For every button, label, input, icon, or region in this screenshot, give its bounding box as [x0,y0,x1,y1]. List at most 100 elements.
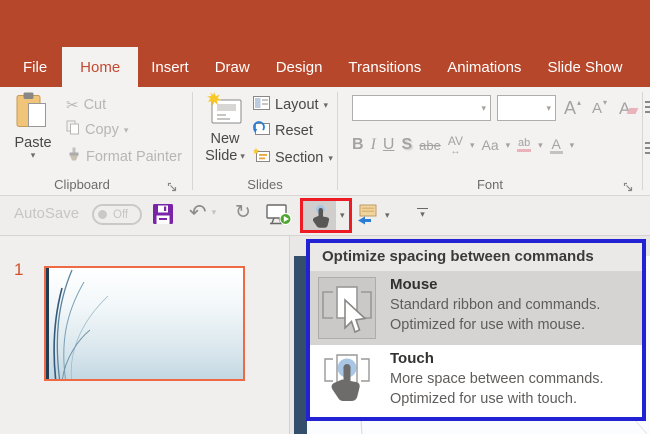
customize-qat-button[interactable]: ▾ [416,208,429,219]
font-name-caret-icon: ▾ [481,102,486,113]
qat-custom-command-button[interactable]: ▾ [357,204,390,226]
tab-design[interactable]: Design [263,47,336,87]
section-icon [253,148,270,168]
tab-slide-show[interactable]: Slide Show [534,47,635,87]
layout-label: Layout [275,97,319,113]
reset-label: Reset [275,123,313,139]
section-button[interactable]: Section ▾ [253,146,333,170]
new-slide-label-1: New [210,131,240,147]
tab-transitions[interactable]: Transitions [335,47,434,87]
autosave-label: AutoSave [14,205,80,222]
font-size-combobox[interactable]: ▾ [497,95,556,121]
paste-label: Paste [14,135,52,151]
slide-thumbnail-panel: 1 [0,236,290,434]
shrink-font-icon: A [592,99,603,117]
touch-mouse-mode-button[interactable] [303,201,336,230]
touch-mode-caret-icon[interactable]: ▾ [340,211,345,220]
undo-icon: ↶ [189,201,207,224]
redo-icon: ↻ [235,202,251,223]
highlight-caret-icon: ▾ [538,139,543,150]
tab-insert[interactable]: Insert [138,47,202,87]
font-group-label: Font [476,177,503,192]
slides-group-label: Slides [247,177,283,192]
copy-button[interactable]: Copy ▾ [66,118,128,142]
format-painter-label: Format Painter [86,149,182,165]
slide-1-thumbnail[interactable] [44,266,245,381]
spacing-arrow-icon: ↔ [450,145,461,157]
toggle-knob-icon [98,210,107,219]
font-color-button[interactable]: A [549,137,563,154]
menu-item-touch[interactable]: Touch More space between commands. Optim… [310,345,642,417]
autosave-state: Off [113,208,129,221]
tab-draw[interactable]: Draw [202,47,263,87]
clipboard-group-label: Clipboard [54,177,110,192]
clear-formatting-button[interactable]: A [619,96,639,120]
font-color-bar [549,150,563,154]
text-shadow-button[interactable]: S [401,137,412,153]
spacing-caret-icon: ▾ [469,139,475,150]
font-color-caret-icon: ▾ [569,139,575,150]
group-divider [642,92,643,190]
font-name-combobox[interactable]: ▾ [352,95,491,121]
character-spacing-button[interactable]: AV ↔ [448,135,463,157]
format-painter-button[interactable]: Format Painter [66,145,182,169]
save-button[interactable] [153,204,173,224]
slide-arrow-icon [358,204,377,225]
undo-button[interactable]: ↶ ▾ [189,202,216,223]
eraser-icon [626,108,639,114]
undo-caret-icon: ▾ [211,207,217,217]
clipboard-dialog-launcher[interactable] [167,180,178,192]
ribbon-tab-bar: File Home Insert Draw Design Transitions… [0,47,650,87]
clipboard-group: Paste ▾ ✂ Cut Copy ▾ Format Painter Clip… [0,87,192,195]
strikethrough-button[interactable]: abe [419,139,441,152]
tab-animations[interactable]: Animations [434,47,534,87]
customize-caret-icon: ▾ [420,209,425,219]
bold-button[interactable]: B [352,137,364,153]
touch-mouse-mode-highlight-box: ▾ [300,198,352,233]
workspace: 1 Optimize spacing between commands Mous… [0,236,650,434]
touch-desc-2: Optimized for use with touch. [390,391,577,407]
touch-mouse-mode-menu: Optimize spacing between commands Mouse … [306,239,646,421]
font-dialog-launcher[interactable] [623,180,634,192]
redo-button[interactable]: ↻ [235,203,251,222]
underline-button[interactable]: U [383,137,395,153]
shrink-font-button[interactable]: A ▾ [592,96,607,120]
menu-item-mouse[interactable]: Mouse Standard ribbon and commands. Opti… [310,271,642,345]
touch-mode-menu-icon [324,354,370,401]
touch-desc-1: More space between commands. [390,371,604,387]
paragraph-group-partial-icons [645,87,650,195]
touch-mode-icon [312,204,329,228]
grow-font-icon: A [564,98,577,118]
highlight-color-bar [517,149,532,152]
tab-file[interactable]: File [8,47,62,87]
format-painter-icon [66,147,81,167]
start-from-beginning-button[interactable] [266,203,292,227]
change-case-button[interactable]: Aa [481,138,498,152]
reset-button[interactable]: Reset [253,119,313,143]
grow-font-button[interactable]: A ▴ [564,96,581,120]
tab-home[interactable]: Home [62,47,139,87]
cut-button[interactable]: ✂ Cut [66,93,106,117]
case-caret-icon: ▾ [505,139,511,150]
paste-button[interactable]: Paste ▾ [10,92,56,178]
font-size-caret-icon: ▾ [546,102,551,113]
autosave-toggle[interactable]: Off [92,204,142,225]
menu-header: Optimize spacing between commands [310,243,642,271]
new-slide-button[interactable]: New Slide ▾ [200,92,250,178]
highlight-button[interactable]: ab [517,138,532,152]
mouse-title: Mouse [390,276,438,293]
layout-icon [253,95,270,115]
custom-command-caret-icon: ▾ [385,209,390,220]
layout-button[interactable]: Layout ▾ [253,93,328,117]
save-icon [153,204,173,224]
section-caret-icon: ▾ [328,152,333,163]
scissors-icon: ✂ [66,97,79,114]
cut-label: Cut [83,97,107,113]
grow-caret-icon: ▴ [577,97,582,107]
mouse-mode-icon [322,286,372,334]
section-label: Section [275,150,324,166]
italic-button[interactable]: I [371,137,376,153]
touch-title: Touch [390,350,434,367]
slides-group: New Slide ▾ Layout ▾ Reset Section ▾ Sli… [193,87,337,195]
layout-caret-icon: ▾ [323,99,329,110]
